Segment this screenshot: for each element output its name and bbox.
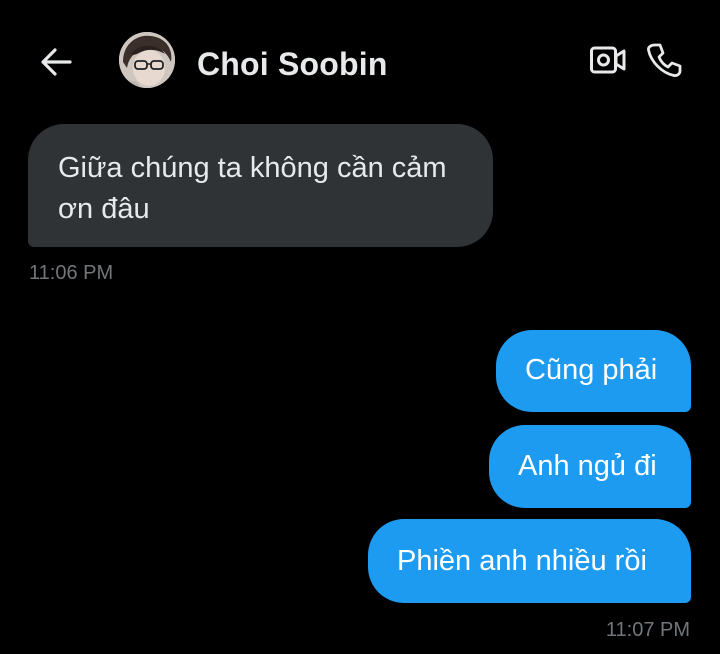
message-timestamp: 11:07 PM <box>605 619 690 641</box>
video-call-button[interactable] <box>588 40 628 80</box>
message-bubble-incoming[interactable]: Giữa chúng ta không cần cảm ơn đâu <box>28 124 493 247</box>
avatar[interactable] <box>119 32 175 88</box>
message-bubble-outgoing[interactable]: Cũng phải <box>496 330 691 412</box>
avatar-photo <box>119 32 175 88</box>
message-timestamp: 11:06 PM <box>29 262 114 284</box>
arrow-left-icon <box>41 48 72 76</box>
back-button[interactable] <box>34 40 78 84</box>
message-bubble-outgoing[interactable]: Phiền anh nhiều rồi <box>368 519 691 603</box>
video-camera-icon <box>590 46 626 74</box>
message-bubble-outgoing[interactable]: Anh ngủ đi <box>489 425 691 508</box>
contact-name[interactable]: Choi Soobin <box>197 44 388 84</box>
chat-header: Choi Soobin <box>0 0 720 118</box>
voice-call-button[interactable] <box>644 40 684 80</box>
phone-icon <box>647 43 682 77</box>
